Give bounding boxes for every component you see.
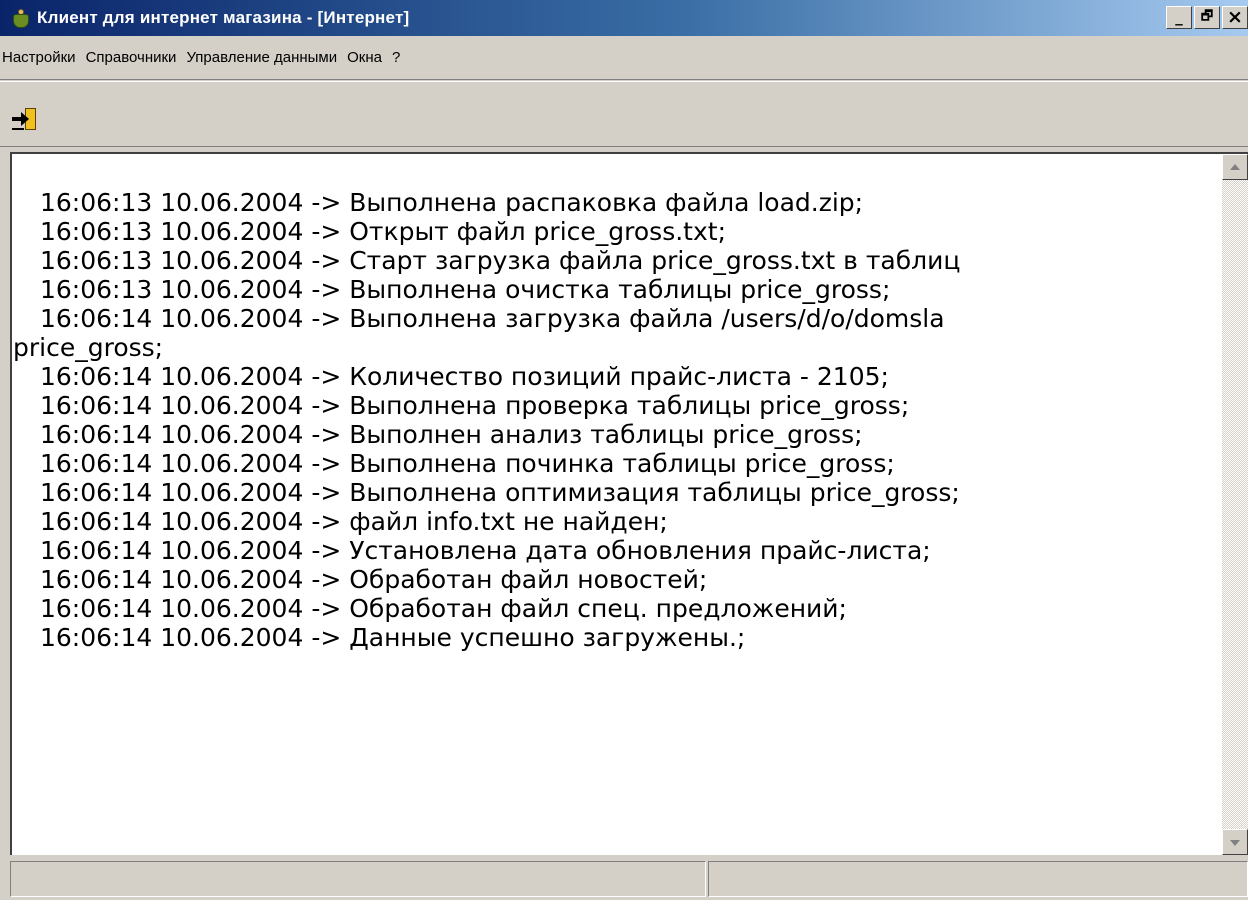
log-line: 16:06:13 10.06.2004 -> Открыт файл price… [40, 217, 726, 246]
arrow-up-icon [1230, 164, 1240, 170]
window-title: Клиент для интернет магазина - [Интернет… [37, 8, 410, 27]
log-line: 16:06:13 10.06.2004 -> Выполнена распако… [40, 188, 864, 217]
log-line: 16:06:14 10.06.2004 -> файл info.txt не … [40, 507, 668, 536]
log-line: 16:06:14 10.06.2004 -> Выполнен анализ т… [40, 420, 863, 449]
menu-settings[interactable]: Настройки [1, 49, 77, 66]
exit-door-icon[interactable] [12, 108, 42, 132]
menu-windows[interactable]: Окна [346, 49, 383, 66]
log-text-area[interactable]: 16:06:13 10.06.2004 -> Выполнена распако… [12, 154, 1202, 855]
log-line: 16:06:13 10.06.2004 -> Выполнена очистка… [40, 275, 891, 304]
status-panel-right [708, 861, 1248, 897]
log-line: 16:06:14 10.06.2004 -> Выполнена проверк… [40, 391, 910, 420]
menu-bar: Настройки Справочники Управление данными… [0, 36, 1248, 80]
vertical-scrollbar[interactable] [1222, 154, 1248, 855]
scroll-up-button[interactable] [1222, 154, 1248, 180]
log-line: 16:06:14 10.06.2004 -> Обработан файл но… [40, 565, 708, 594]
log-line: 16:06:14 10.06.2004 -> Обработан файл сп… [40, 594, 847, 623]
log-line: 16:06:14 10.06.2004 -> Установлена дата … [40, 536, 931, 565]
toolbar [0, 81, 1248, 147]
log-panel: 16:06:13 10.06.2004 -> Выполнена распако… [10, 152, 1248, 855]
log-line-continuation: price_gross; [13, 333, 1202, 362]
status-panel-left [10, 861, 706, 897]
minimize-button[interactable]: _ [1166, 6, 1192, 29]
log-line: 16:06:14 10.06.2004 -> Данные успешно за… [40, 623, 746, 652]
log-line: 16:06:14 10.06.2004 -> Выполнена оптимиз… [40, 478, 960, 507]
log-line: 16:06:13 10.06.2004 -> Старт загрузка фа… [40, 246, 961, 275]
scroll-down-button[interactable] [1222, 829, 1248, 855]
log-line: 16:06:14 10.06.2004 -> Количество позици… [40, 362, 889, 391]
log-wrap-text: price_gross; [13, 333, 164, 362]
title-bar[interactable]: Клиент для интернет магазина - [Интернет… [0, 0, 1248, 36]
status-bar [0, 858, 1248, 900]
menu-data-management[interactable]: Управление данными [185, 49, 338, 66]
arrow-down-icon [1230, 840, 1240, 846]
menu-help[interactable]: ? [391, 49, 401, 66]
restore-button[interactable]: 🗗 [1194, 6, 1220, 29]
close-button[interactable]: × [1222, 6, 1248, 29]
shopping-bag-icon[interactable] [12, 8, 30, 28]
log-line: 16:06:14 10.06.2004 -> Выполнена загрузк… [40, 304, 945, 333]
log-line: 16:06:14 10.06.2004 -> Выполнена починка… [40, 449, 895, 478]
menu-directories[interactable]: Справочники [85, 49, 178, 66]
